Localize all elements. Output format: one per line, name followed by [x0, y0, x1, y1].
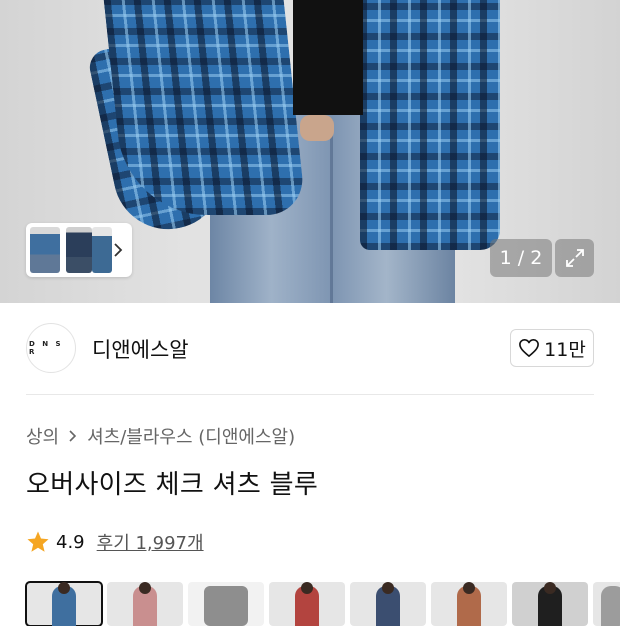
- model-head: [382, 582, 394, 594]
- color-option[interactable]: [107, 582, 183, 626]
- expand-button[interactable]: [555, 239, 594, 277]
- model-head: [544, 582, 556, 594]
- color-option[interactable]: [431, 582, 507, 626]
- review-count-link[interactable]: 후기 1,997개: [97, 529, 204, 555]
- model-head: [463, 582, 475, 594]
- model-head: [139, 582, 151, 594]
- image-counter: 1 / 2: [490, 239, 552, 277]
- thumbnail-image[interactable]: [92, 227, 112, 273]
- color-option[interactable]: [350, 582, 426, 626]
- model-figure: [601, 586, 620, 626]
- divider: [26, 394, 594, 395]
- rating-score: 4.9: [56, 531, 85, 553]
- brand-logo[interactable]: D N S R: [26, 323, 76, 373]
- image-thumbnail-strip[interactable]: [26, 223, 132, 277]
- color-option[interactable]: [269, 582, 345, 626]
- thumbnail-image[interactable]: [30, 227, 60, 273]
- breadcrumb-item-subcategory[interactable]: 셔츠/블라우스 (디앤에스알): [87, 423, 295, 449]
- star-icon: [27, 531, 49, 552]
- like-count: 11만: [544, 338, 586, 361]
- color-option[interactable]: [188, 582, 264, 626]
- like-button[interactable]: 11만: [510, 329, 594, 367]
- shirt-right-panel: [360, 0, 500, 250]
- chevron-right-icon: [68, 429, 78, 443]
- thumbnail-image[interactable]: [66, 227, 92, 273]
- breadcrumb-item-category[interactable]: 상의: [26, 423, 59, 449]
- model-head: [301, 582, 313, 594]
- chevron-right-icon[interactable]: [112, 239, 124, 261]
- product-title: 오버사이즈 체크 셔츠 블루: [26, 470, 319, 500]
- product-rating: 4.9 후기 1,997개: [26, 529, 204, 555]
- black-tee: [293, 0, 363, 115]
- heart-outline-icon: [519, 339, 540, 357]
- color-option[interactable]: [25, 581, 103, 626]
- breadcrumb: 상의 셔츠/블라우스 (디앤에스알): [26, 423, 295, 449]
- color-option[interactable]: [512, 582, 588, 626]
- product-image[interactable]: 1 / 2: [0, 0, 620, 303]
- model-head: [58, 582, 70, 594]
- model-figure: [204, 586, 248, 626]
- brand-name[interactable]: 디앤에스알: [92, 334, 189, 364]
- expand-icon: [565, 249, 584, 267]
- jeans-seam: [330, 120, 333, 303]
- color-option[interactable]: [593, 582, 620, 626]
- hand: [300, 115, 334, 141]
